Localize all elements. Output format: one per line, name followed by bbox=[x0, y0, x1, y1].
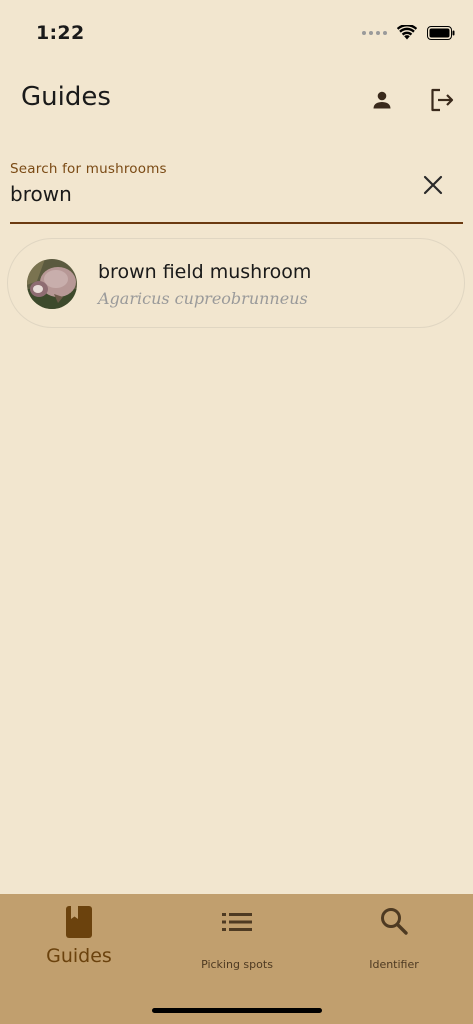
nav-label-guides: Guides bbox=[46, 945, 112, 967]
nav-label-picking-spots: Picking spots bbox=[201, 958, 273, 971]
cellular-signal-icon bbox=[362, 30, 387, 35]
bottom-navigation: Guides Picking spots Identifier bbox=[0, 894, 473, 1024]
clear-search-button[interactable] bbox=[417, 169, 449, 201]
logout-icon bbox=[431, 88, 454, 112]
search-input[interactable] bbox=[10, 178, 390, 210]
list-icon bbox=[222, 913, 252, 931]
status-bar: 1:22 bbox=[0, 0, 473, 60]
battery-icon bbox=[427, 25, 455, 40]
wifi-icon bbox=[397, 25, 417, 40]
search-icon bbox=[381, 908, 408, 935]
status-icons bbox=[362, 25, 455, 40]
profile-button[interactable] bbox=[362, 80, 402, 120]
list-item[interactable]: brown field mushroom Agaricus cupreobrun… bbox=[7, 238, 465, 328]
nav-label-identifier: Identifier bbox=[369, 958, 419, 971]
page-title: Guides bbox=[21, 82, 111, 112]
mushroom-thumbnail bbox=[27, 259, 77, 309]
nav-item-picking-spots[interactable]: Picking spots bbox=[158, 894, 316, 984]
result-latin-name: Agaricus cupreobrunneus bbox=[98, 289, 308, 308]
result-common-name: brown field mushroom bbox=[98, 261, 312, 283]
logout-button[interactable] bbox=[422, 80, 462, 120]
person-icon bbox=[373, 91, 391, 109]
search-field: Search for mushrooms bbox=[10, 152, 463, 224]
search-label: Search for mushrooms bbox=[10, 161, 167, 177]
book-icon bbox=[66, 906, 92, 938]
nav-item-guides[interactable]: Guides bbox=[0, 894, 158, 984]
nav-item-identifier[interactable]: Identifier bbox=[315, 894, 473, 984]
app-bar: Guides bbox=[0, 72, 473, 128]
close-icon bbox=[423, 175, 443, 195]
home-indicator[interactable] bbox=[152, 1008, 322, 1013]
status-time: 1:22 bbox=[36, 22, 85, 44]
